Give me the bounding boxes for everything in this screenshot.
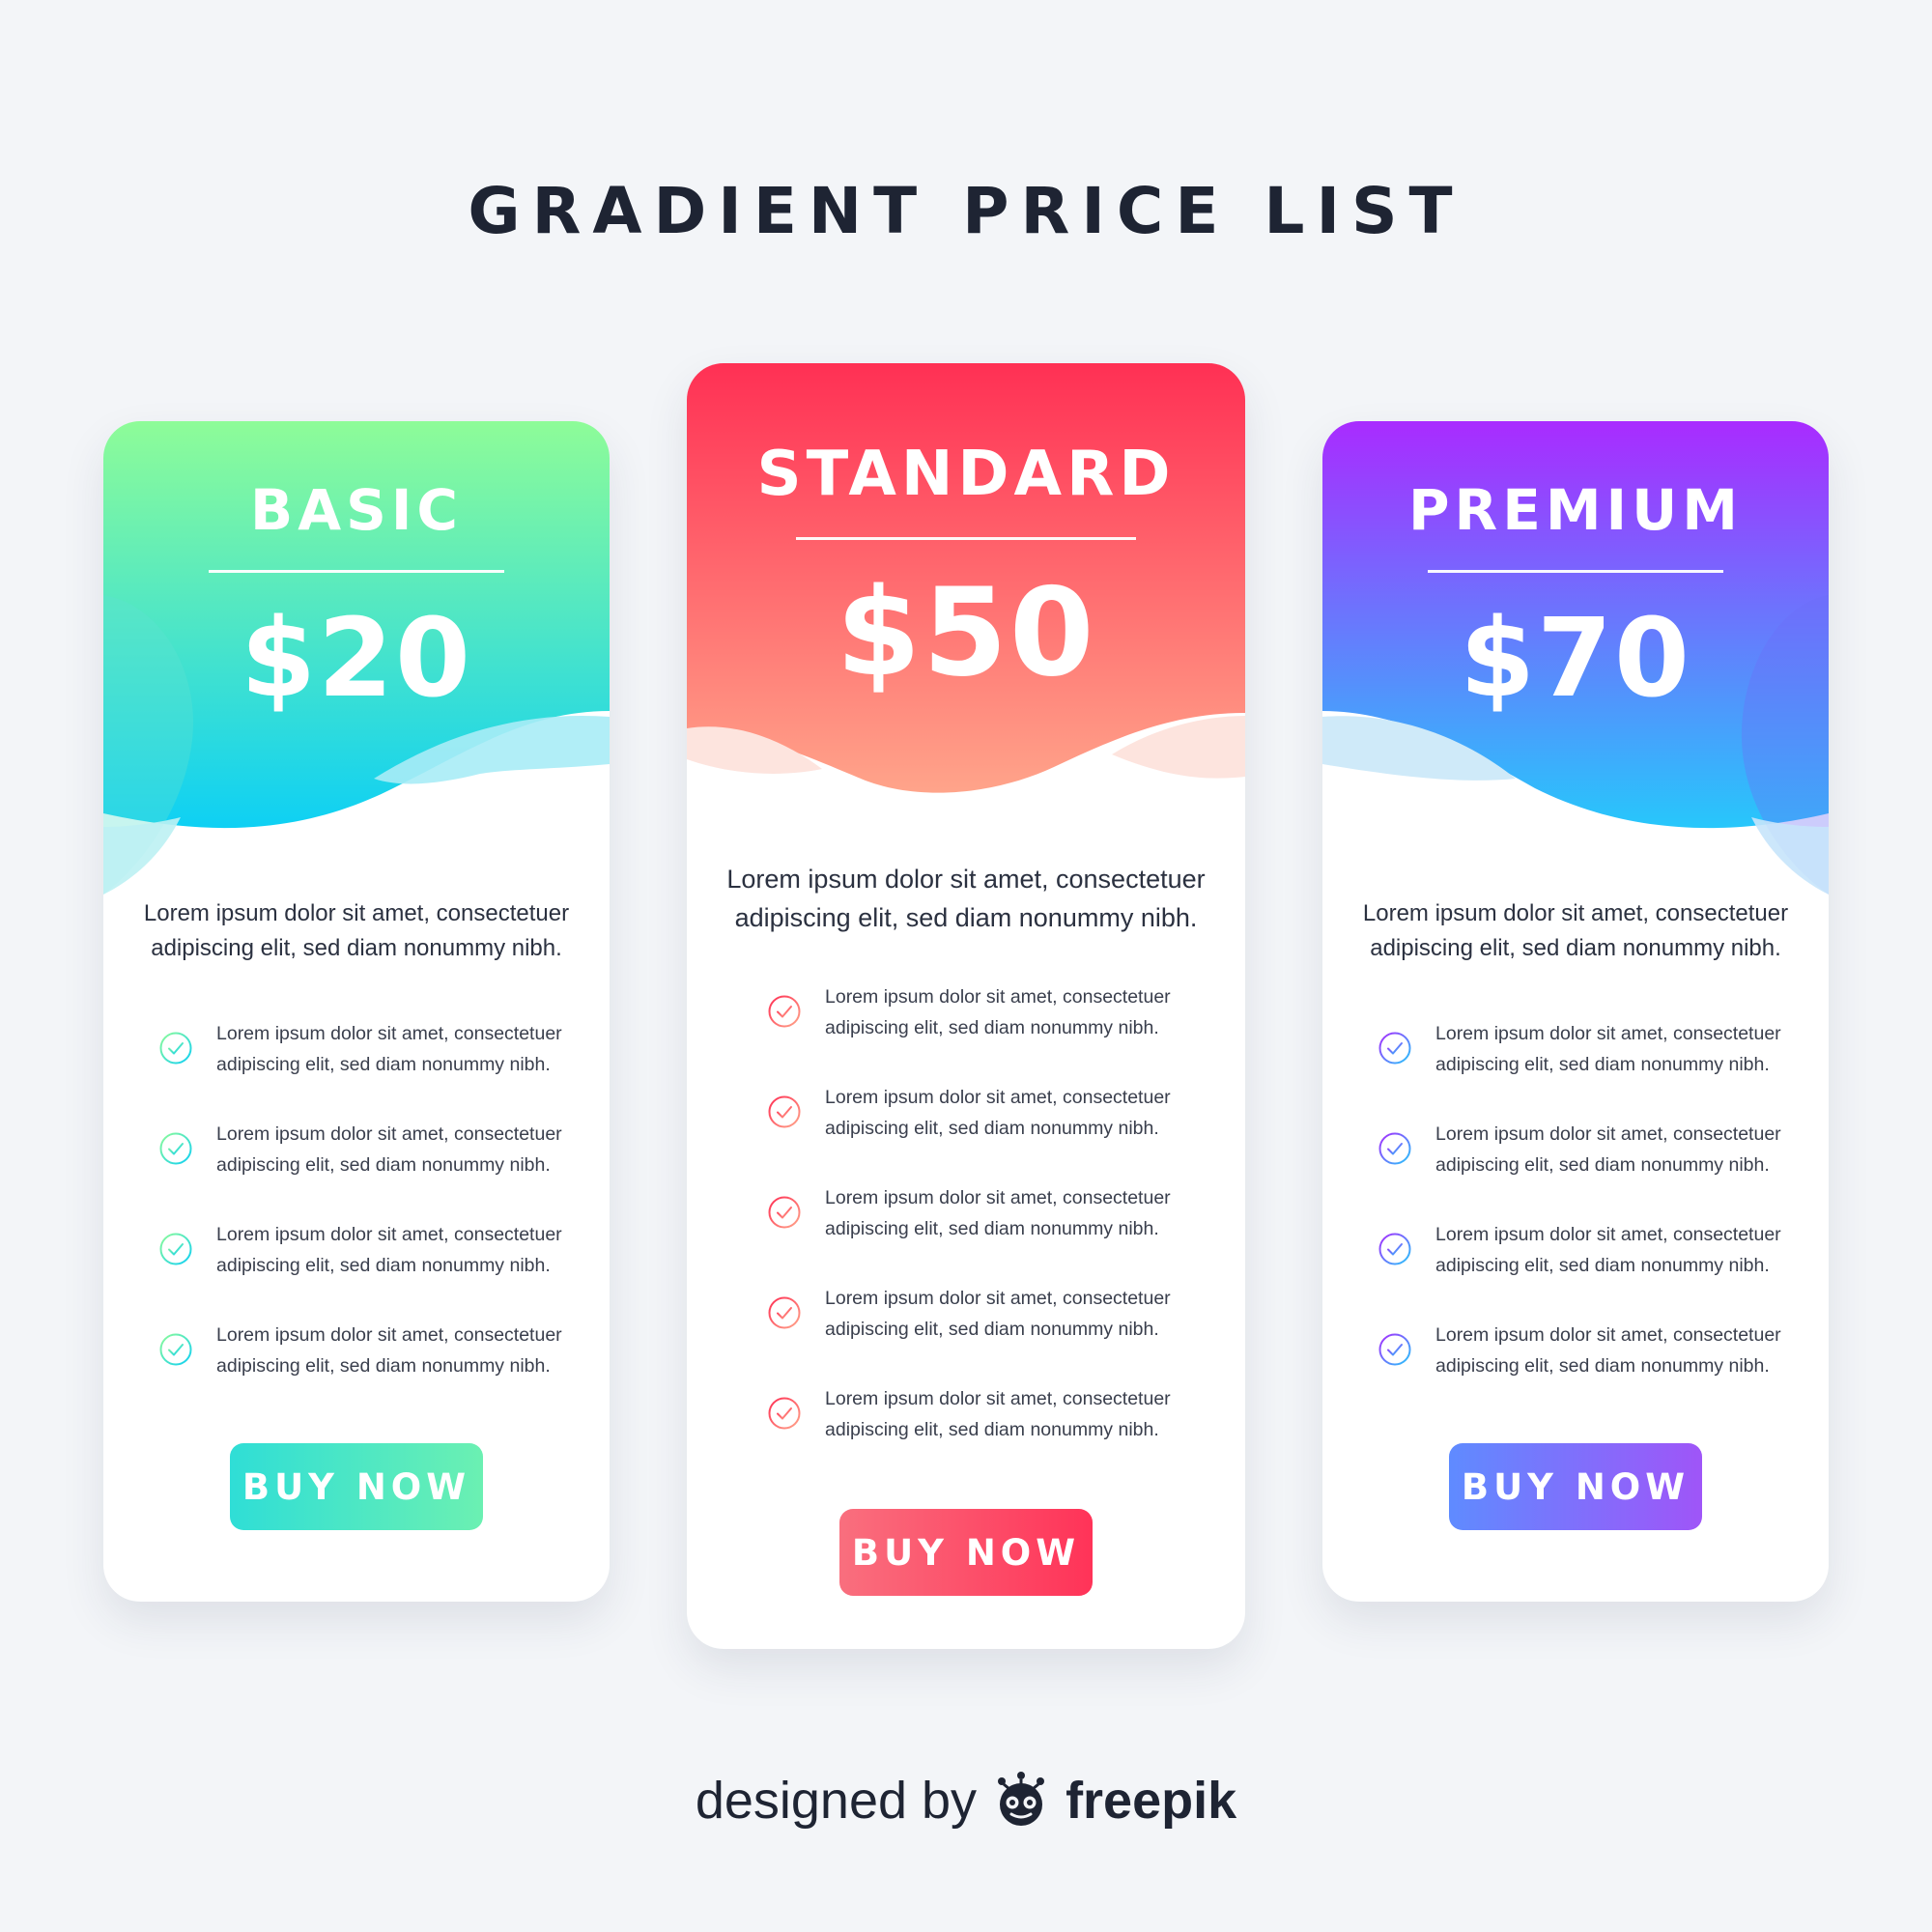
- feature-item: Lorem ipsum dolor sit amet, consectetuer…: [1322, 1320, 1829, 1420]
- feature-text: Lorem ipsum dolor sit amet, consectetuer…: [1435, 1023, 1781, 1075]
- check-circle-icon: [159, 1333, 192, 1366]
- feature-item: Lorem ipsum dolor sit amet, consectetuer…: [687, 1182, 1245, 1283]
- footer-credit: designed by freepik: [0, 1770, 1932, 1832]
- feature-list: Lorem ipsum dolor sit amet, consectetuer…: [103, 1018, 610, 1420]
- footer-brand: freepik: [1065, 1772, 1237, 1830]
- plan-name: BASIC: [249, 477, 463, 543]
- divider: [796, 537, 1136, 540]
- feature-item: Lorem ipsum dolor sit amet, consectetuer…: [687, 1383, 1245, 1484]
- pricing-card-standard: STANDARD $50 Lorem ipsum dolor sit amet,…: [687, 363, 1245, 1649]
- feature-text: Lorem ipsum dolor sit amet, consectetuer…: [1435, 1123, 1781, 1176]
- feature-text: Lorem ipsum dolor sit amet, consectetuer…: [216, 1324, 562, 1377]
- footer-prefix: designed by: [695, 1772, 978, 1830]
- check-circle-icon: [1378, 1032, 1411, 1065]
- feature-item: Lorem ipsum dolor sit amet, consectetuer…: [103, 1320, 610, 1420]
- buy-now-button-premium[interactable]: BUY NOW: [1449, 1443, 1702, 1530]
- pricing-card-basic: BASIC $20 Lorem ipsum dolor sit amet, co…: [103, 421, 610, 1602]
- check-circle-icon: [768, 1397, 801, 1430]
- check-circle-icon: [1378, 1132, 1411, 1165]
- check-circle-icon: [159, 1233, 192, 1265]
- feature-text: Lorem ipsum dolor sit amet, consectetuer…: [825, 1388, 1171, 1440]
- pricing-card-premium: PREMIUM $70 Lorem ipsum dolor sit amet, …: [1322, 421, 1829, 1602]
- feature-item: Lorem ipsum dolor sit amet, consectetuer…: [687, 1283, 1245, 1383]
- check-circle-icon: [159, 1032, 192, 1065]
- feature-item: Lorem ipsum dolor sit amet, consectetuer…: [1322, 1219, 1829, 1320]
- feature-item: Lorem ipsum dolor sit amet, consectetuer…: [103, 1119, 610, 1219]
- divider: [1428, 570, 1723, 573]
- feature-text: Lorem ipsum dolor sit amet, consectetuer…: [825, 986, 1171, 1038]
- check-circle-icon: [768, 995, 801, 1028]
- feature-text: Lorem ipsum dolor sit amet, consectetuer…: [216, 1023, 562, 1075]
- check-circle-icon: [768, 1296, 801, 1329]
- buy-now-button-basic[interactable]: BUY NOW: [230, 1443, 483, 1530]
- plan-price: $20: [241, 596, 472, 722]
- feature-text: Lorem ipsum dolor sit amet, consectetuer…: [216, 1123, 562, 1176]
- check-circle-icon: [159, 1132, 192, 1165]
- feature-text: Lorem ipsum dolor sit amet, consectetuer…: [1435, 1224, 1781, 1276]
- plan-description: Lorem ipsum dolor sit amet, consectetuer…: [726, 865, 1206, 932]
- plan-price: $70: [1460, 596, 1691, 722]
- freepik-logo-icon: [998, 1772, 1045, 1826]
- page-title: GRADIENT PRICE LIST: [468, 174, 1464, 248]
- buy-now-button-standard[interactable]: BUY NOW: [839, 1509, 1093, 1596]
- plan-name: STANDARD: [756, 439, 1176, 510]
- feature-text: Lorem ipsum dolor sit amet, consectetuer…: [825, 1288, 1171, 1340]
- plan-description: Lorem ipsum dolor sit amet, consectetuer…: [143, 900, 570, 961]
- feature-text: Lorem ipsum dolor sit amet, consectetuer…: [1435, 1324, 1781, 1377]
- feature-item: Lorem ipsum dolor sit amet, consectetuer…: [1322, 1119, 1829, 1219]
- feature-item: Lorem ipsum dolor sit amet, consectetuer…: [687, 981, 1245, 1082]
- feature-text: Lorem ipsum dolor sit amet, consectetuer…: [825, 1087, 1171, 1139]
- feature-list: Lorem ipsum dolor sit amet, consectetuer…: [687, 981, 1245, 1484]
- feature-text: Lorem ipsum dolor sit amet, consectetuer…: [216, 1224, 562, 1276]
- feature-item: Lorem ipsum dolor sit amet, consectetuer…: [103, 1018, 610, 1119]
- plan-name: PREMIUM: [1408, 477, 1743, 543]
- plan-price: $50: [836, 561, 1096, 703]
- check-circle-icon: [1378, 1233, 1411, 1265]
- check-circle-icon: [768, 1196, 801, 1229]
- check-circle-icon: [768, 1095, 801, 1128]
- feature-item: Lorem ipsum dolor sit amet, consectetuer…: [1322, 1018, 1829, 1119]
- check-circle-icon: [1378, 1333, 1411, 1366]
- feature-text: Lorem ipsum dolor sit amet, consectetuer…: [825, 1187, 1171, 1239]
- plan-description: Lorem ipsum dolor sit amet, consectetuer…: [1362, 900, 1789, 961]
- feature-item: Lorem ipsum dolor sit amet, consectetuer…: [687, 1082, 1245, 1182]
- feature-list: Lorem ipsum dolor sit amet, consectetuer…: [1322, 1018, 1829, 1420]
- divider: [209, 570, 504, 573]
- feature-item: Lorem ipsum dolor sit amet, consectetuer…: [103, 1219, 610, 1320]
